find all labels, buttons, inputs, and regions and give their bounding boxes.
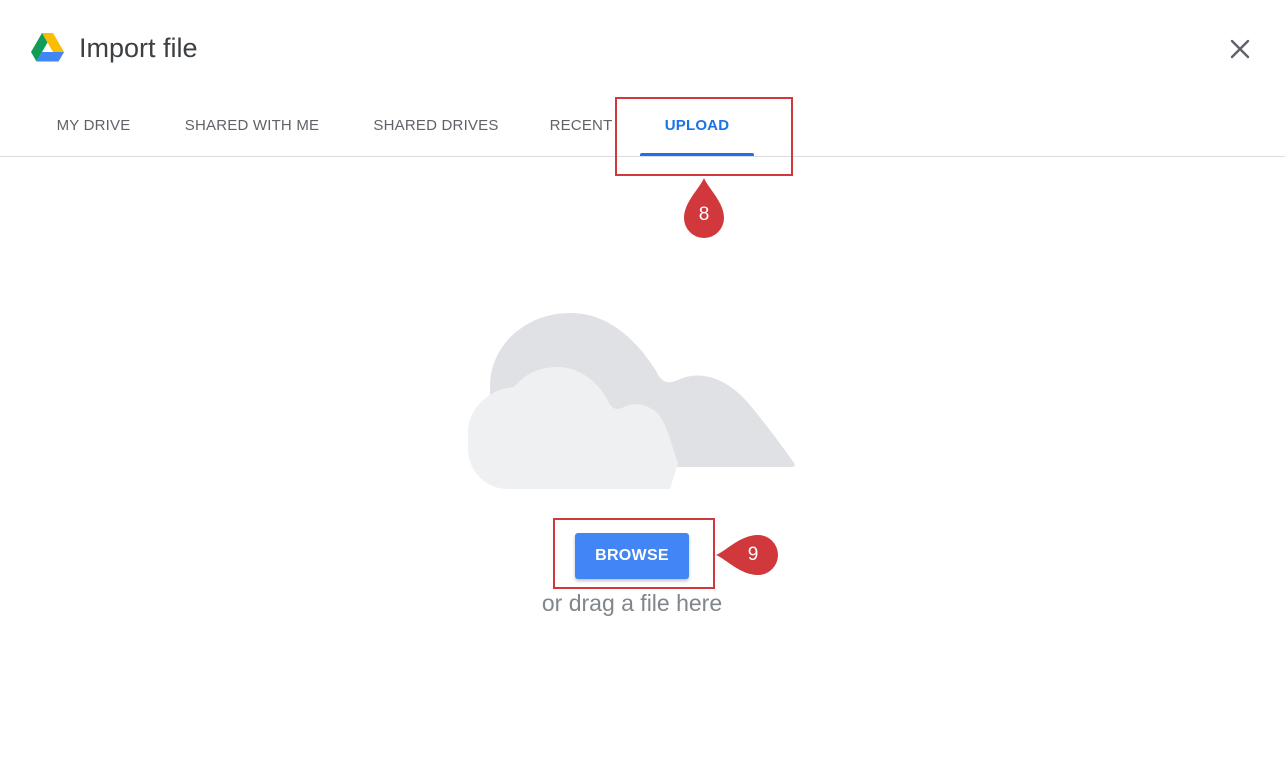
annotation-number-8: 8 [698,204,710,225]
tab-recent[interactable]: RECENT [536,95,626,156]
tab-my-drive[interactable]: MY DRIVE [40,95,147,156]
import-file-dialog: Import file MY DRIVE SHARED WITH ME SHAR… [0,0,1285,760]
close-icon [1230,39,1250,59]
tab-shared-drives[interactable]: SHARED DRIVES [358,95,514,156]
google-drive-icon [31,33,64,62]
cloud-icon [468,313,795,489]
drag-hint-text: or drag a file here [541,590,723,616]
dialog-header: Import file [0,0,1285,95]
browse-button[interactable]: BROWSE [575,533,689,579]
annotation-box-8 [615,97,793,176]
tab-shared-with-me[interactable]: SHARED WITH ME [168,95,336,156]
annotation-number-9: 9 [747,544,759,565]
close-button[interactable] [1222,31,1258,67]
dialog-title: Import file [79,33,198,63]
